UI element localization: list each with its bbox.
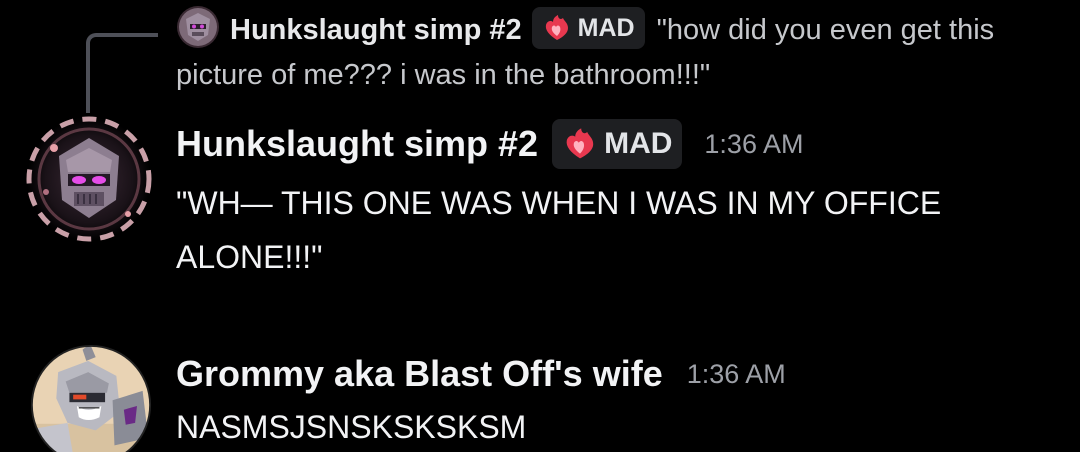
message-author[interactable]: Hunkslaught simp #2	[176, 123, 538, 165]
user-avatar[interactable]	[24, 114, 154, 244]
message-header: Hunkslaught simp #2 MAD 1:36 AM	[176, 114, 1056, 174]
reply-mood-tag: MAD	[531, 7, 645, 50]
mood-tag-label: MAD	[604, 127, 673, 160]
message-header: Grommy aka Blast Off's wife 1:36 AM	[176, 344, 1056, 404]
message-author[interactable]: Grommy aka Blast Off's wife	[176, 353, 663, 395]
message-body: Hunkslaught simp #2 MAD 1:36 AM "WH— THI…	[176, 114, 1056, 284]
message-body: Grommy aka Blast Off's wife 1:36 AM NASM…	[176, 344, 1056, 452]
reply-connector-line	[86, 33, 158, 113]
reply-author[interactable]: Hunkslaught simp #2	[230, 14, 522, 46]
message-timestamp: 1:36 AM	[704, 128, 804, 159]
user-avatar[interactable]	[30, 344, 152, 452]
message-content: NASMSJSNSKSKSKSM	[176, 409, 527, 445]
flame-heart-icon	[566, 128, 594, 159]
flame-heart-icon	[545, 15, 568, 41]
reply-preview[interactable]: Hunkslaught simp #2 MAD "how did you even…	[176, 5, 1056, 97]
message-content: "WH— THIS ONE WAS WHEN I WAS IN MY OFFIC…	[176, 185, 942, 275]
mood-tag: MAD	[552, 119, 683, 169]
chat-window: Hunkslaught simp #2 MAD "how did you even…	[0, 0, 1080, 452]
reply-mood-tag-label: MAD	[577, 14, 635, 43]
reply-avatar[interactable]	[176, 5, 220, 49]
message-timestamp: 1:36 AM	[686, 358, 786, 389]
